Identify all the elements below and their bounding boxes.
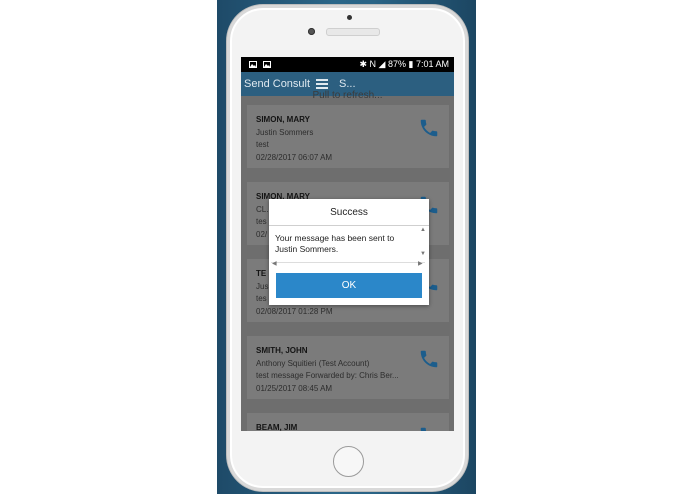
clock: 7:01 AM — [415, 59, 449, 69]
scroll-down-arrow-icon[interactable]: ▼ — [420, 251, 426, 257]
phone-screen: ✱ N ◢ 87% ▮ 7:01 AM Send Consult S... Pu… — [241, 57, 454, 431]
phone-icon[interactable] — [418, 348, 440, 370]
consult-card[interactable]: SIMON, MARY Justin Sommers test 02/28/20… — [247, 105, 449, 168]
home-button[interactable] — [333, 446, 364, 477]
pull-to-refresh-label: Pull to refresh... — [312, 90, 383, 101]
battery-level: 87% — [387, 59, 406, 69]
notification-icons — [249, 57, 271, 72]
signal-icon: ◢ — [378, 59, 386, 69]
consult-card[interactable]: BEAM, JIM — [247, 413, 449, 431]
menu-icon[interactable] — [316, 79, 328, 89]
dialog-divider — [269, 225, 429, 226]
phone-icon[interactable] — [418, 425, 440, 431]
message-preview: test — [256, 140, 269, 149]
message-date: 02/28/2017 06:07 AM — [256, 152, 333, 162]
horizontal-scrollbar[interactable] — [271, 262, 425, 267]
scroll-up-arrow-icon[interactable]: ▲ — [420, 227, 426, 233]
sensor-dot — [347, 15, 352, 20]
message-preview: test message Forwarded by: Chris Ber... — [256, 371, 399, 380]
consult-card[interactable]: SMITH, JOHN Anthony Squitieri (Test Acco… — [247, 336, 449, 399]
status-bar: ✱ N ◢ 87% ▮ 7:01 AM — [241, 57, 454, 72]
message-date: 02/08/2017 01:28 PM — [256, 306, 333, 316]
dialog-title: Success — [330, 207, 368, 218]
dialog-message: Your message has been sent to Justin Som… — [275, 233, 395, 254]
scroll-left-arrow-icon[interactable]: ◀ — [272, 260, 277, 267]
earpiece-speaker — [326, 28, 380, 36]
image-icon — [262, 61, 271, 68]
image-icon — [249, 61, 257, 68]
sender-name: Justin Sommers — [256, 127, 314, 137]
battery-icon: ▮ — [408, 59, 414, 69]
ok-button[interactable]: OK — [276, 273, 422, 298]
front-camera — [308, 28, 315, 35]
bluetooth-icon: ✱ — [359, 59, 367, 69]
success-dialog: Success Your message has been sent to Ju… — [269, 199, 429, 305]
phone-icon[interactable] — [418, 117, 440, 139]
scroll-right-arrow-icon[interactable]: ▶ — [418, 260, 423, 267]
nfc-icon: N — [369, 59, 377, 69]
status-indicators: ✱ N ◢ 87% ▮ 7:01 AM — [359, 57, 449, 72]
message-date: 01/25/2017 08:45 AM — [256, 383, 333, 393]
sender-name: Anthony Squitieri (Test Account) — [256, 358, 370, 368]
